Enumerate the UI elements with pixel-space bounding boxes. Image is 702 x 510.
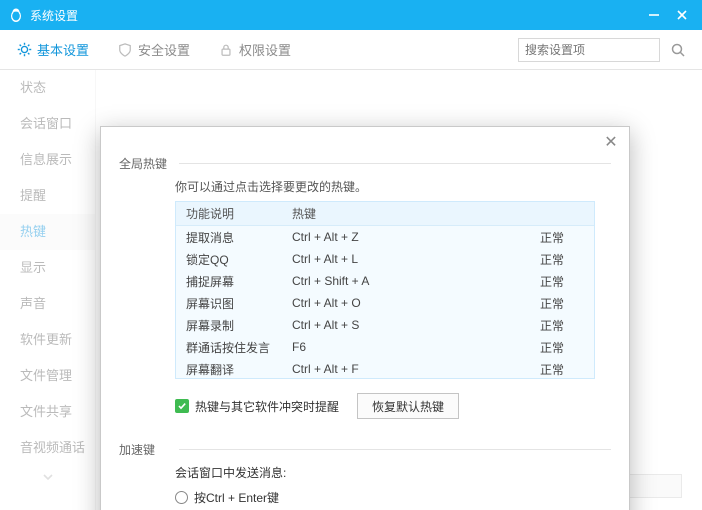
radio-label: 按Ctrl + Enter键 [194,489,279,506]
section-title-accelerator: 加速键 [119,441,175,458]
tab-security-settings[interactable]: 安全设置 [117,40,190,59]
hotkey-row[interactable]: 群通话按住发言F6正常 [176,336,594,358]
hotkey-status: 正常 [486,273,594,290]
hotkey-row[interactable]: 锁定QQCtrl + Alt + L正常 [176,248,594,270]
hotkey-table: 功能说明 热键 提取消息Ctrl + Alt + Z正常锁定QQCtrl + A… [175,201,595,379]
hotkey-modal: ✕ 全局热键 你可以通过点击选择要更改的热键。 功能说明 热键 提取消息Ctrl… [100,126,630,510]
tab-permission-settings[interactable]: 权限设置 [218,40,291,59]
hotkey-status: 正常 [486,361,594,378]
col-func: 功能说明 [176,205,286,222]
hotkey-status: 正常 [486,229,594,246]
hotkey-key: Ctrl + Alt + O [286,296,486,310]
radio-button[interactable] [175,491,188,504]
hotkey-row[interactable]: 屏幕录制Ctrl + Alt + S正常 [176,314,594,336]
divider [179,163,611,164]
lock-icon [218,42,234,58]
app-icon [8,7,24,23]
hotkey-key: Ctrl + Shift + A [286,274,486,288]
hotkey-func: 屏幕识图 [176,295,286,312]
body: 状态会话窗口信息展示提醒热键显示声音软件更新文件管理文件共享音视频通话 ✕ 全局… [0,70,702,510]
hotkey-row[interactable]: 提取消息Ctrl + Alt + Z正常 [176,226,594,248]
hotkey-key: F6 [286,340,486,354]
hotkey-row[interactable]: 捕捉屏幕Ctrl + Shift + A正常 [176,270,594,292]
section-title-global-hotkeys: 全局热键 [119,155,175,172]
send-key-option[interactable]: 按Ctrl + Enter键 [175,489,611,506]
modal-close-button[interactable]: ✕ [601,133,621,153]
hotkey-key: Ctrl + Alt + L [286,252,486,266]
hotkey-status: 正常 [486,317,594,334]
search-input[interactable] [525,43,680,57]
hotkey-key: Ctrl + Alt + Z [286,230,486,244]
search-box[interactable] [518,38,660,62]
send-message-prompt: 会话窗口中发送消息: [175,464,611,481]
search-icon[interactable] [670,42,686,58]
hotkey-func: 群通话按住发言 [176,339,286,356]
hotkey-row[interactable]: 屏幕翻译Ctrl + Alt + F正常 [176,358,594,378]
divider [179,449,611,450]
hotkey-key: Ctrl + Alt + F [286,362,486,376]
minimize-button[interactable] [640,0,668,30]
conflict-alert-label: 热键与其它软件冲突时提醒 [195,398,339,415]
shield-icon [117,42,133,58]
hotkey-key: Ctrl + Alt + S [286,318,486,332]
tab-label: 安全设置 [138,40,190,59]
hotkey-func: 屏幕翻译 [176,361,286,378]
hotkey-table-header: 功能说明 热键 [176,202,594,226]
hotkey-status: 正常 [486,295,594,312]
restore-default-hotkeys-button[interactable]: 恢复默认热键 [357,393,459,419]
hotkey-func: 提取消息 [176,229,286,246]
hotkey-status: 正常 [486,339,594,356]
global-hotkeys-desc: 你可以通过点击选择要更改的热键。 [175,178,611,195]
tab-basic-settings[interactable]: 基本设置 [16,40,89,59]
hotkey-func: 屏幕录制 [176,317,286,334]
hotkey-row[interactable]: 屏幕识图Ctrl + Alt + O正常 [176,292,594,314]
gear-icon [16,42,32,58]
window-title: 系统设置 [30,7,640,24]
tab-label: 基本设置 [37,40,89,59]
hotkey-func: 捕捉屏幕 [176,273,286,290]
col-key: 热键 [286,205,594,222]
title-bar: 系统设置 [0,0,702,30]
close-button[interactable] [668,0,696,30]
conflict-alert-checkbox[interactable] [175,399,189,413]
hotkey-func: 锁定QQ [176,251,286,268]
tab-label: 权限设置 [239,40,291,59]
tab-bar: 基本设置 安全设置 权限设置 [0,30,702,70]
hotkey-status: 正常 [486,251,594,268]
